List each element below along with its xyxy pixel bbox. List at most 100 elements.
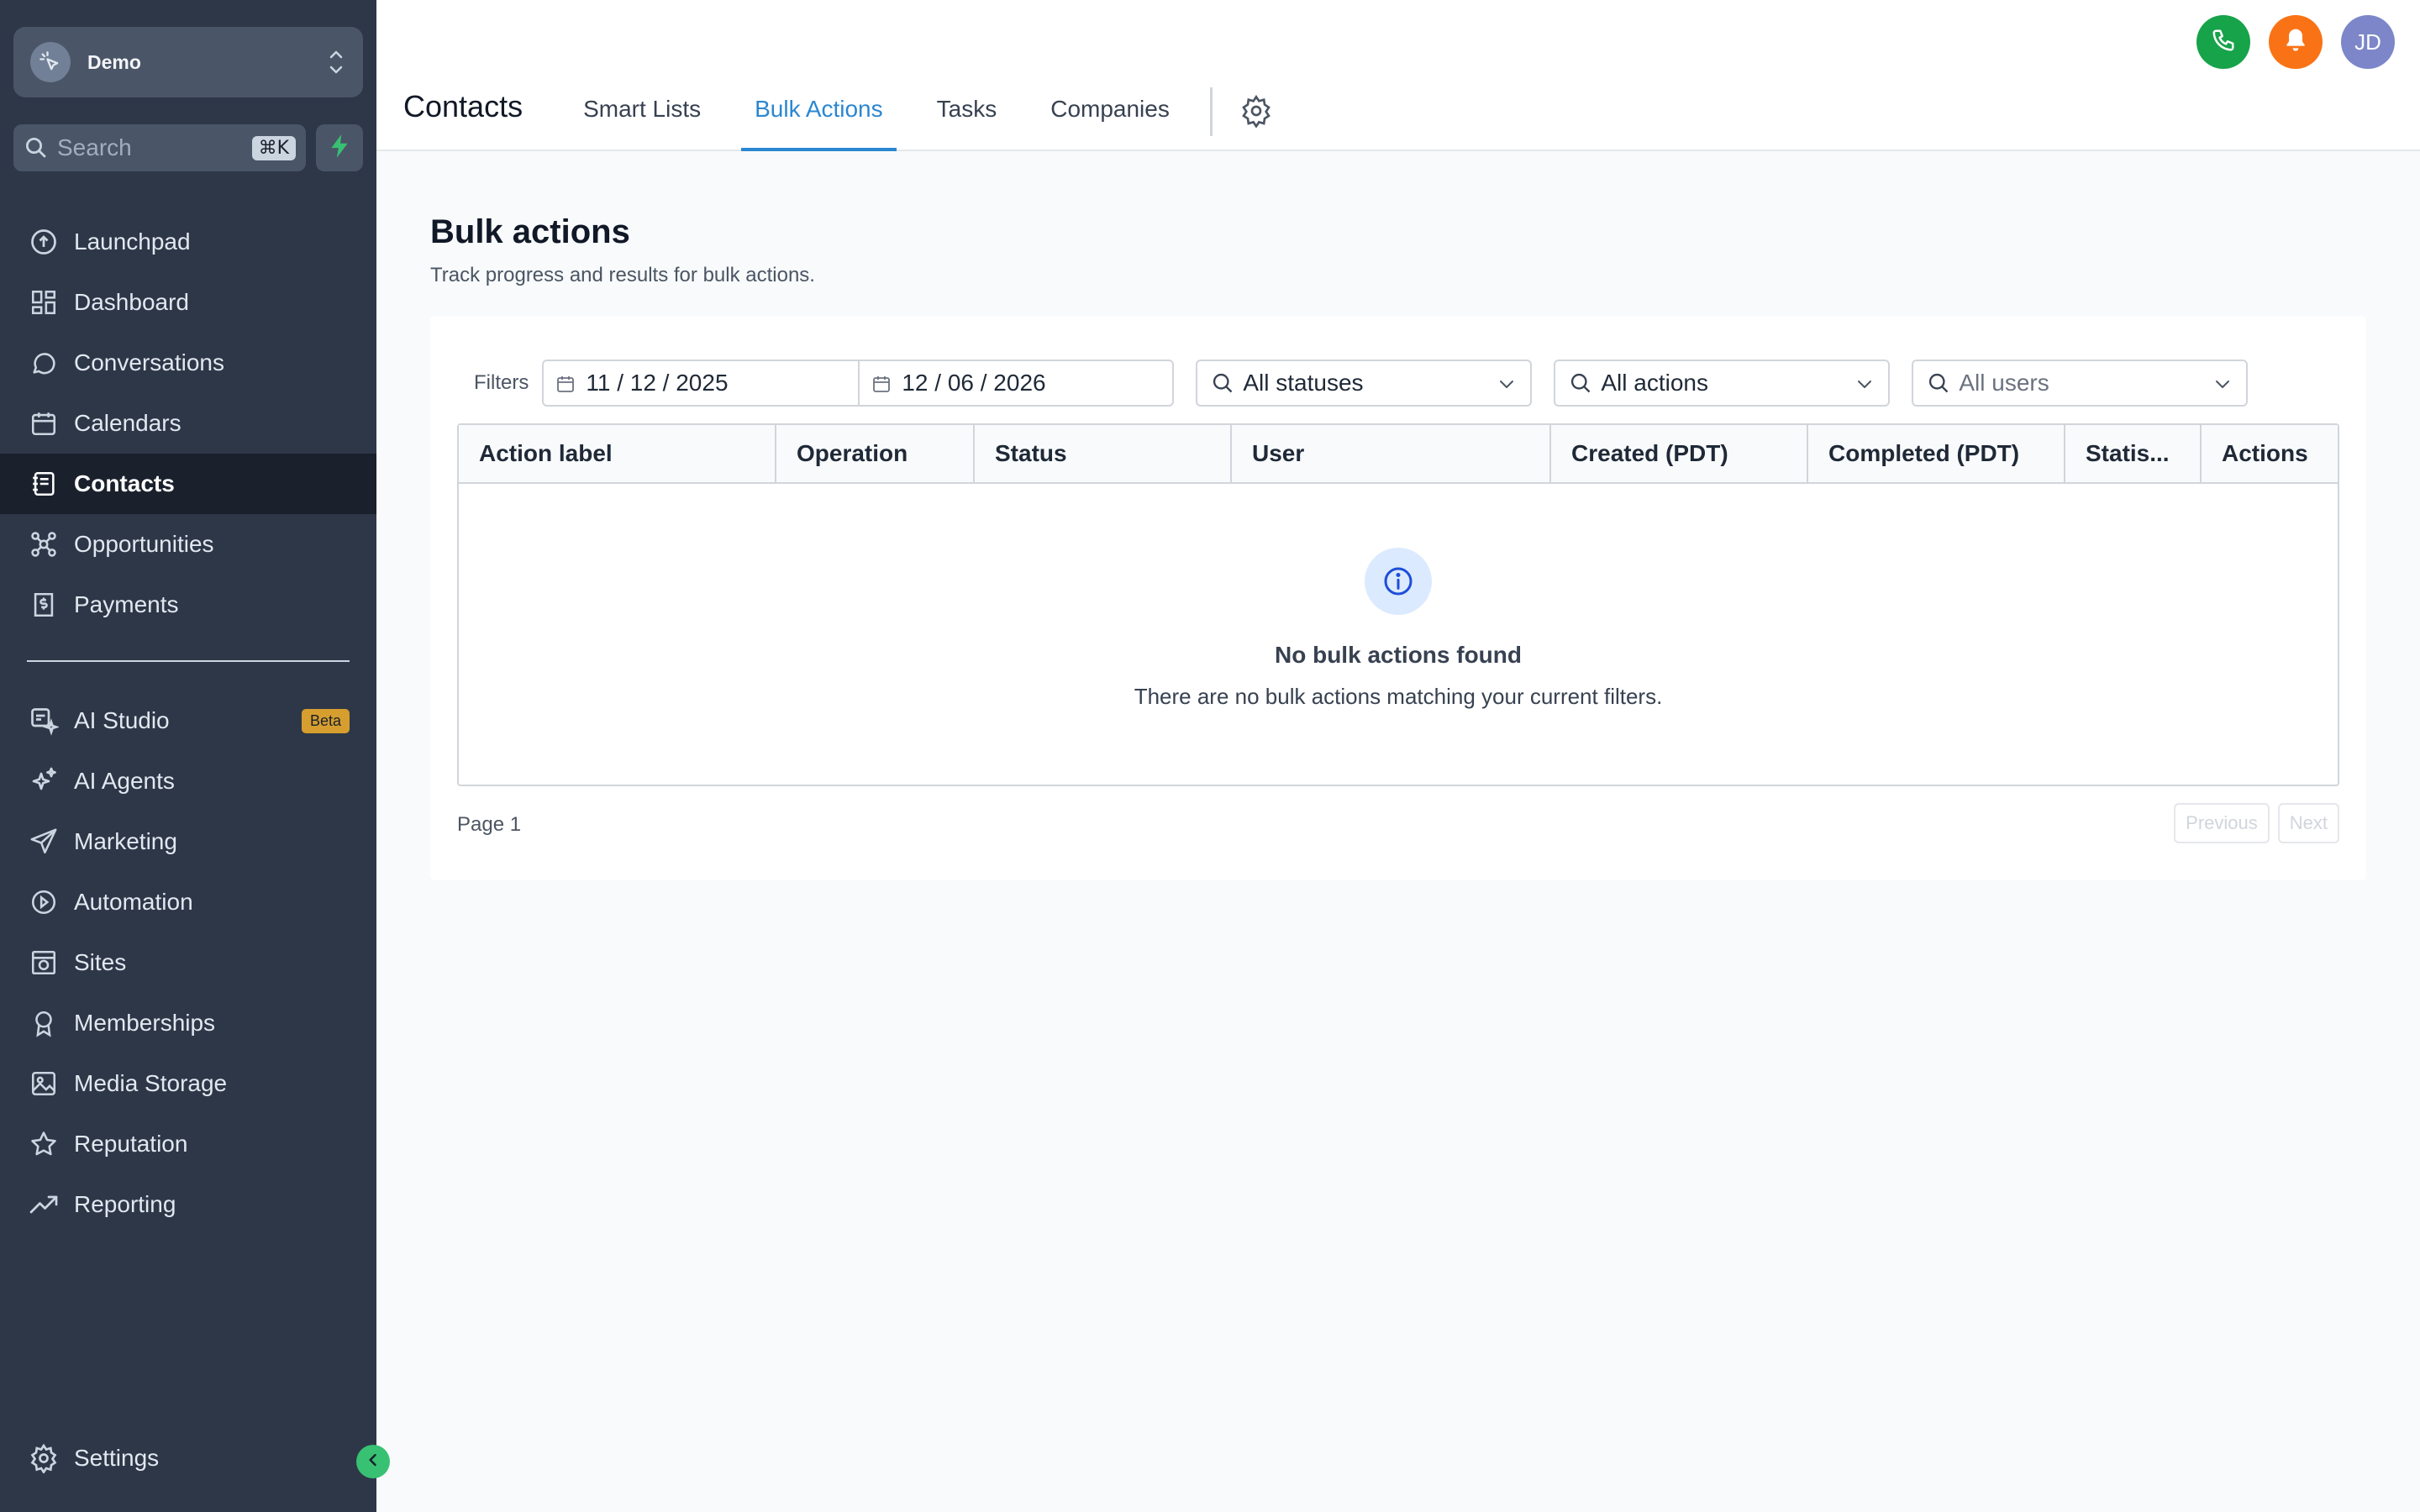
automation-icon	[27, 885, 60, 919]
sidebar-item-ai-agents[interactable]: AI Agents	[0, 751, 376, 811]
avatar[interactable]: JD	[2341, 15, 2395, 69]
quick-actions-button[interactable]	[316, 124, 363, 171]
info-icon	[1365, 548, 1432, 615]
tab-tasks[interactable]: Tasks	[923, 96, 1011, 151]
sidebar-item-contacts[interactable]: Contacts	[0, 454, 376, 514]
sidebar-item-sites[interactable]: Sites	[0, 932, 376, 993]
chevron-updown-icon	[326, 45, 346, 79]
settings-gear-icon[interactable]	[1239, 94, 1273, 129]
calendar-icon	[871, 373, 892, 393]
sidebar-item-media-storage[interactable]: Media Storage	[0, 1053, 376, 1114]
dashboard-icon	[27, 286, 60, 319]
sidebar-item-memberships[interactable]: Memberships	[0, 993, 376, 1053]
sidebar-item-settings[interactable]: Settings	[0, 1428, 376, 1488]
sidebar-nav-secondary: AI Studio Beta AI Agents Marketing Autom…	[0, 690, 376, 1235]
sidebar-item-reporting[interactable]: Reporting	[0, 1174, 376, 1235]
sidebar-item-label: Opportunities	[74, 531, 214, 557]
action-filter-select[interactable]: All actions	[1554, 360, 1891, 407]
next-page-button[interactable]: Next	[2277, 803, 2339, 843]
bell-icon	[2282, 27, 2309, 58]
page-indicator: Page 1	[457, 813, 522, 836]
column-header-actions: Actions	[2222, 440, 2308, 466]
pagination: Page 1 Previous Next	[457, 803, 2339, 845]
sidebar-item-calendars[interactable]: Calendars	[0, 393, 376, 454]
sidebar-item-label: Dashboard	[74, 289, 189, 315]
filters-bar: Filters 11 / 12 / 2025 12 / 06 / 2026 Al…	[474, 360, 2249, 407]
sidebar-item-launchpad[interactable]: Launchpad	[0, 212, 376, 272]
sidebar-item-reputation[interactable]: Reputation	[0, 1114, 376, 1174]
tab-companies[interactable]: Companies	[1037, 96, 1183, 151]
previous-page-button[interactable]: Previous	[2174, 803, 2270, 843]
search-shortcut: ⌘K	[251, 135, 296, 160]
sidebar: Demo Search ⌘K Launchpad Dashboard Conve…	[0, 0, 376, 1512]
sidebar-divider	[27, 660, 350, 662]
search-icon	[24, 135, 49, 160]
tab-separator	[1209, 87, 1213, 136]
user-filter-placeholder: All users	[1959, 370, 2049, 396]
column-header-statistics[interactable]: Statis...	[2065, 425, 2202, 482]
sidebar-item-conversations[interactable]: Conversations	[0, 333, 376, 393]
search-placeholder: Search	[57, 134, 132, 160]
status-filter-select[interactable]: All statuses	[1196, 360, 1533, 407]
trend-icon	[27, 1188, 60, 1221]
chevron-left-icon	[365, 1452, 381, 1473]
notifications-button[interactable]	[2269, 15, 2323, 69]
sidebar-item-opportunities[interactable]: Opportunities	[0, 514, 376, 575]
award-icon	[27, 1006, 60, 1040]
star-icon	[27, 1127, 60, 1161]
sidebar-item-label: Reporting	[74, 1191, 176, 1217]
column-header-operation[interactable]: Operation	[776, 425, 975, 482]
topbar: JD Contacts Smart Lists Bulk Actions Tas…	[376, 0, 2420, 151]
sidebar-item-payments[interactable]: Payments	[0, 575, 376, 635]
page-subtitle: Track progress and results for bulk acti…	[430, 264, 815, 286]
chevron-down-icon	[1497, 373, 1517, 393]
opportunities-icon	[27, 528, 60, 561]
collapse-sidebar-button[interactable]	[356, 1445, 390, 1478]
tab-bulk-actions[interactable]: Bulk Actions	[741, 96, 897, 151]
account-name: Demo	[87, 50, 141, 73]
bulk-actions-card: Filters 11 / 12 / 2025 12 / 06 / 2026 Al…	[430, 316, 2366, 880]
calendar-icon	[27, 407, 60, 440]
sidebar-nav-primary: Launchpad Dashboard Conversations Calend…	[0, 212, 376, 635]
column-header-action-label[interactable]: Action label	[459, 425, 776, 482]
sidebar-item-label: Launchpad	[74, 228, 191, 255]
user-filter-select[interactable]: All users	[1912, 360, 2249, 407]
column-header-user[interactable]: User	[1232, 425, 1551, 482]
sidebar-item-label: Calendars	[74, 410, 182, 436]
search-icon	[1211, 371, 1234, 395]
empty-state: No bulk actions found There are no bulk …	[459, 548, 2338, 710]
sidebar-item-label: Settings	[74, 1445, 160, 1471]
sidebar-item-marketing[interactable]: Marketing	[0, 811, 376, 872]
sidebar-item-dashboard[interactable]: Dashboard	[0, 272, 376, 333]
column-header-status[interactable]: Status	[975, 425, 1232, 482]
search-input[interactable]: Search ⌘K	[13, 124, 306, 171]
phone-button[interactable]	[2196, 15, 2250, 69]
sidebar-item-automation[interactable]: Automation	[0, 872, 376, 932]
bulk-actions-table: Action label Operation Status User Creat…	[457, 423, 2339, 786]
beta-badge: Beta	[301, 708, 350, 733]
search-icon	[1927, 371, 1950, 395]
sidebar-item-ai-studio[interactable]: AI Studio Beta	[0, 690, 376, 751]
tab-smart-lists[interactable]: Smart Lists	[570, 96, 714, 151]
chevron-down-icon	[2212, 373, 2233, 393]
search-icon	[1569, 371, 1592, 395]
filters-label: Filters	[474, 371, 529, 394]
sparkle-icon	[27, 764, 60, 798]
column-header-created[interactable]: Created (PDT)	[1551, 425, 1808, 482]
sidebar-item-label: Media Storage	[74, 1070, 228, 1096]
date-to-value: 12 / 06 / 2026	[902, 370, 1046, 396]
chevron-down-icon	[1854, 373, 1875, 393]
date-to-field[interactable]: 12 / 06 / 2026	[858, 361, 1172, 405]
sidebar-item-label: Marketing	[74, 828, 177, 854]
sidebar-item-label: AI Studio	[74, 707, 170, 733]
column-header-completed[interactable]: Completed (PDT)	[1808, 425, 2065, 482]
sites-icon	[27, 946, 60, 979]
payments-icon	[27, 588, 60, 622]
account-switcher[interactable]: Demo	[13, 27, 363, 97]
sidebar-item-label: Memberships	[74, 1010, 216, 1036]
page-title: Bulk actions	[430, 213, 630, 250]
sidebar-item-label: Reputation	[74, 1131, 188, 1157]
phone-icon	[2211, 28, 2236, 57]
contacts-icon	[27, 467, 60, 501]
date-from-field[interactable]: 11 / 12 / 2025	[544, 361, 858, 405]
